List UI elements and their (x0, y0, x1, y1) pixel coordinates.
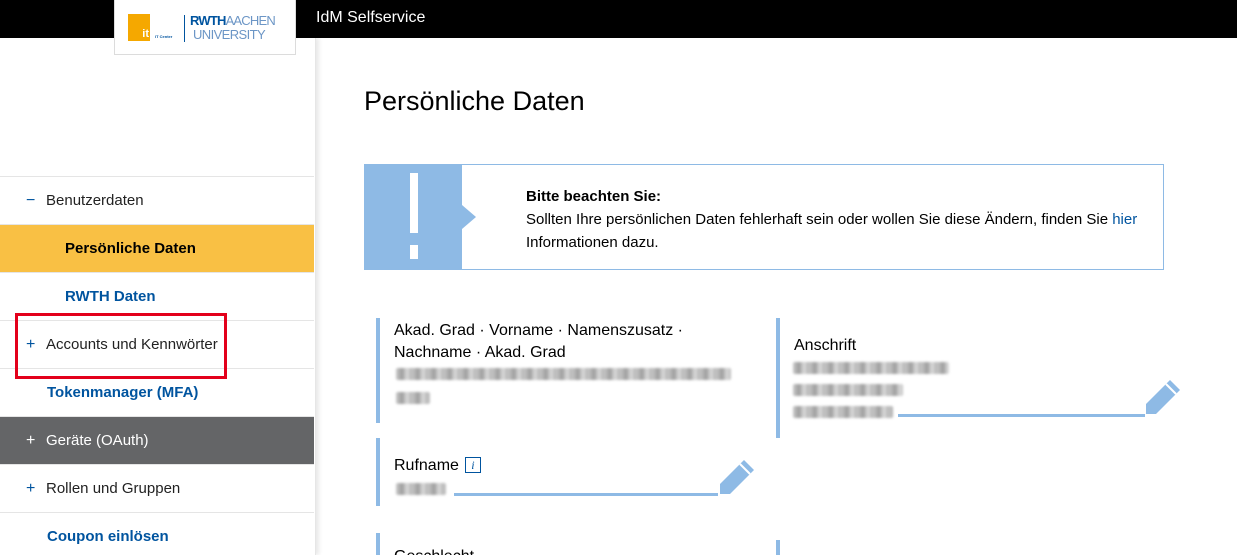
collapse-icon: − (26, 191, 36, 209)
notice-info-link[interactable]: hier (1112, 211, 1137, 228)
expand-icon: + (26, 335, 36, 353)
sidebar-nav: − Benutzerdaten Persönliche Daten RWTH D… (0, 176, 314, 555)
sidebar-item-label: RWTH Daten (65, 288, 156, 305)
sidebar-item-rwth-daten[interactable]: RWTH Daten (0, 272, 314, 320)
sidebar-item-label: Coupon einlösen (47, 528, 169, 545)
blurred-rufname-value (396, 483, 446, 495)
rufname-field: Rufname i (376, 438, 766, 506)
it-center-logo-icon: it (128, 14, 150, 41)
empty-field (776, 540, 1176, 555)
sidebar-item-coupon-einloesen[interactable]: Coupon einlösen (0, 512, 314, 555)
notice-arrow-icon (462, 205, 476, 229)
logo-divider (184, 15, 185, 42)
sidebar-item-label: Persönliche Daten (65, 240, 196, 257)
sidebar-item-label: Geräte (OAuth) (46, 432, 149, 449)
blurred-country (793, 406, 893, 418)
address-edit-pencil-icon[interactable] (1142, 376, 1184, 418)
university-wordmark: UNIVERSITY (193, 27, 266, 42)
blurred-city (793, 384, 903, 396)
rwth-logo[interactable]: it IT Center RWTHAACHEN UNIVERSITY (114, 0, 296, 55)
exclamation-icon (410, 173, 418, 233)
sidebar-item-label: Tokenmanager (MFA) (47, 384, 199, 401)
sidebar-item-accounts-kennwoerter[interactable]: + Accounts und Kennwörter (0, 320, 314, 368)
address-edit-underline (898, 414, 1145, 417)
notice-body: Sollten Ihre persönlichen Daten fehlerha… (526, 211, 1138, 251)
notice-text: Bitte beachten Sie: Sollten Ihre persönl… (526, 185, 1156, 254)
rufname-edit-underline (454, 493, 718, 496)
expand-icon: + (26, 431, 36, 449)
sidebar-item-persoenliche-daten[interactable]: Persönliche Daten (0, 224, 314, 272)
rufname-field-label: Rufname i (394, 455, 481, 477)
notice-icon-panel (365, 165, 462, 269)
name-field: Akad. Grad · Vorname · Namenszusatz · Na… (376, 318, 766, 423)
it-center-label: IT Center (155, 34, 173, 39)
sidebar-item-label: Benutzerdaten (46, 192, 144, 209)
geschlecht-field: Geschlecht (376, 533, 766, 555)
app-title: IdM Selfservice (316, 9, 426, 26)
sidebar-item-tokenmanager[interactable]: Tokenmanager (MFA) (0, 368, 314, 416)
sidebar-item-label: Rollen und Gruppen (46, 480, 181, 497)
sidebar-item-benutzerdaten[interactable]: − Benutzerdaten (0, 176, 314, 224)
info-icon[interactable]: i (464, 457, 481, 473)
sidebar: − Benutzerdaten Persönliche Daten RWTH D… (0, 38, 316, 555)
address-field-label: Anschrift (794, 337, 857, 354)
rufname-edit-pencil-icon[interactable] (716, 456, 758, 498)
sidebar-item-rollen-gruppen[interactable]: + Rollen und Gruppen (0, 464, 314, 512)
exclamation-dot-icon (410, 245, 418, 259)
sidebar-item-label: Accounts und Kennwörter (46, 336, 218, 353)
sidebar-item-geraete-oauth[interactable]: + Geräte (OAuth) (0, 416, 314, 464)
expand-icon: + (26, 479, 36, 497)
blurred-name-value (396, 368, 731, 380)
address-field: Anschrift (776, 318, 1186, 438)
rwth-wordmark: RWTHAACHEN (190, 13, 276, 28)
blurred-street (793, 362, 949, 374)
name-field-label: Akad. Grad · Vorname · Namenszusatz · Na… (394, 322, 683, 361)
notice-box: Bitte beachten Sie: Sollten Ihre persönl… (364, 164, 1164, 270)
page-title: Persönliche Daten (364, 86, 585, 116)
blurred-name-value-2 (396, 392, 430, 404)
geschlecht-field-label: Geschlecht (394, 546, 474, 555)
notice-heading: Bitte beachten Sie: (526, 188, 662, 205)
